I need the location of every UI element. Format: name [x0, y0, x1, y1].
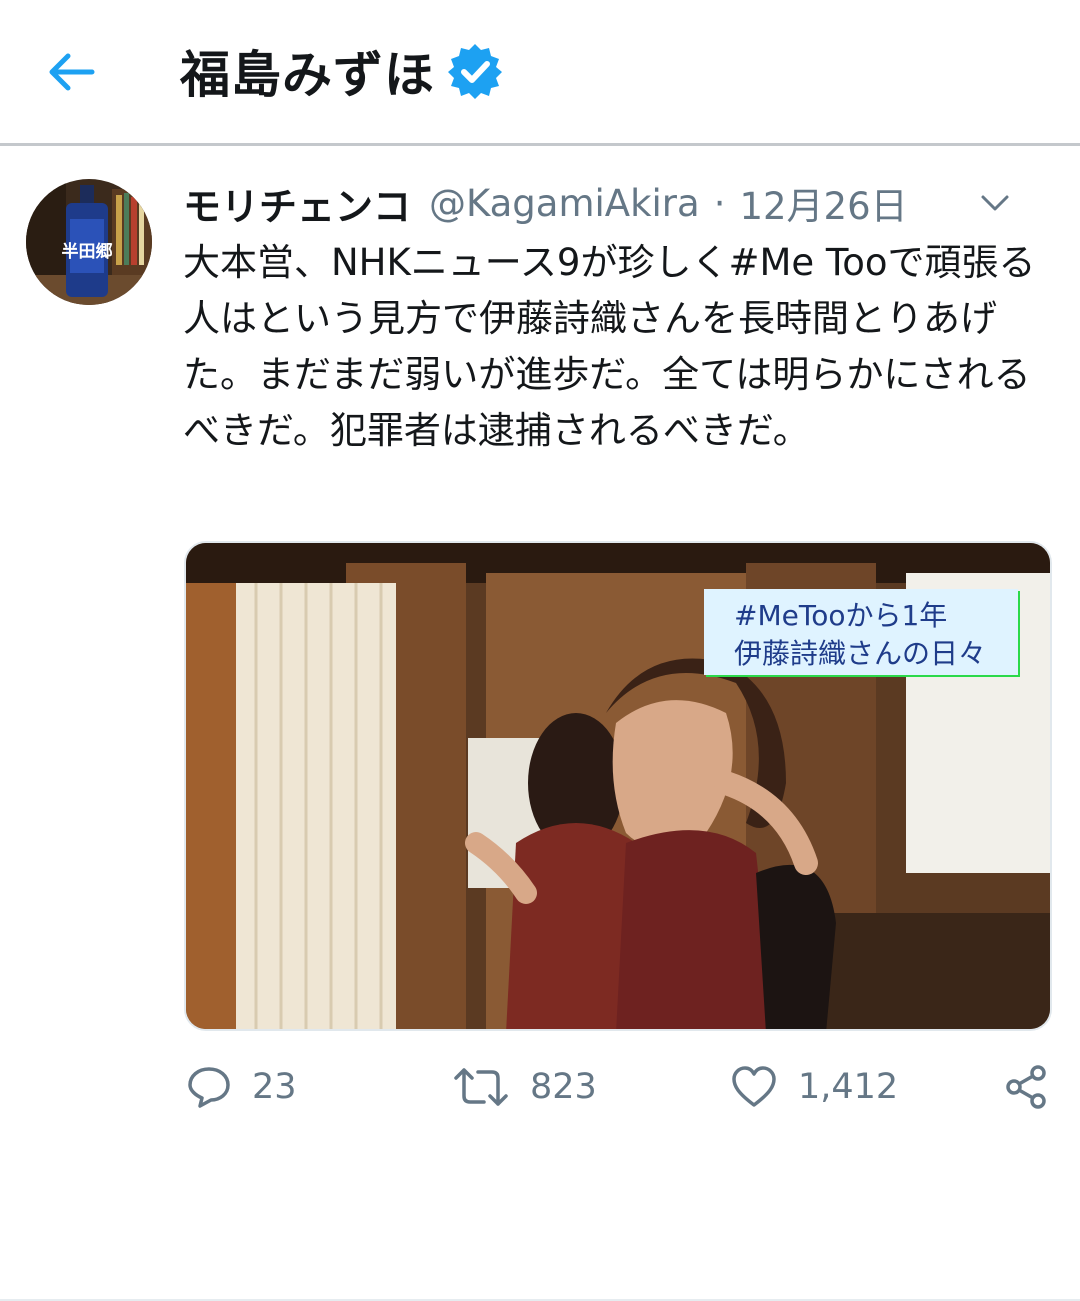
- share-icon: [1006, 1065, 1046, 1109]
- tweet[interactable]: 半田郷 モリチェンコ @KagamiAkira · 12月26日 大本営、NHK…: [0, 149, 1080, 1301]
- share-button[interactable]: [1002, 1057, 1050, 1117]
- retweet-button[interactable]: 823: [452, 1057, 597, 1117]
- like-count: 1,412: [798, 1067, 899, 1107]
- media-caption-line1: #MeTooから1年: [734, 599, 947, 632]
- like-button[interactable]: 1,412: [730, 1057, 898, 1117]
- handle: @KagamiAkira: [429, 181, 700, 225]
- top-app-bar: 福島みずほ: [0, 0, 1080, 146]
- back-button[interactable]: [40, 44, 100, 100]
- reply-icon: [188, 1067, 230, 1108]
- display-name[interactable]: モリチェンコ: [183, 176, 411, 231]
- tweet-text: 大本営、NHKニュース9が珍しく#Me Tooで頑張る人はという見方で伊藤詩織さ…: [183, 241, 1036, 452]
- tweet-date[interactable]: 12月26日: [739, 176, 907, 230]
- verified-badge-icon: [445, 41, 505, 101]
- media-caption-line2: 伊藤詩織さんの日々: [734, 637, 986, 670]
- profile-title: 福島みずほ: [180, 36, 505, 106]
- tweet-image[interactable]: #MeTooから1年 伊藤詩織さんの日々: [184, 541, 1052, 1031]
- arrow-left-icon: [49, 53, 95, 91]
- chevron-down-icon[interactable]: [977, 185, 1013, 221]
- page-title: 福島みずほ: [180, 46, 435, 104]
- bottle-label: 半田郷: [62, 241, 113, 262]
- retweet-icon: [454, 1068, 508, 1106]
- retweet-count: 823: [530, 1067, 597, 1107]
- avatar[interactable]: 半田郷: [26, 179, 152, 305]
- reply-count: 23: [252, 1067, 297, 1107]
- reply-button[interactable]: 23: [186, 1057, 297, 1117]
- tweet-header: モリチェンコ @KagamiAkira · 12月26日: [183, 177, 1043, 229]
- heart-icon: [732, 1066, 776, 1107]
- separator: ·: [713, 181, 726, 225]
- tweet-actions: 23 823 1,412: [0, 1057, 1080, 1117]
